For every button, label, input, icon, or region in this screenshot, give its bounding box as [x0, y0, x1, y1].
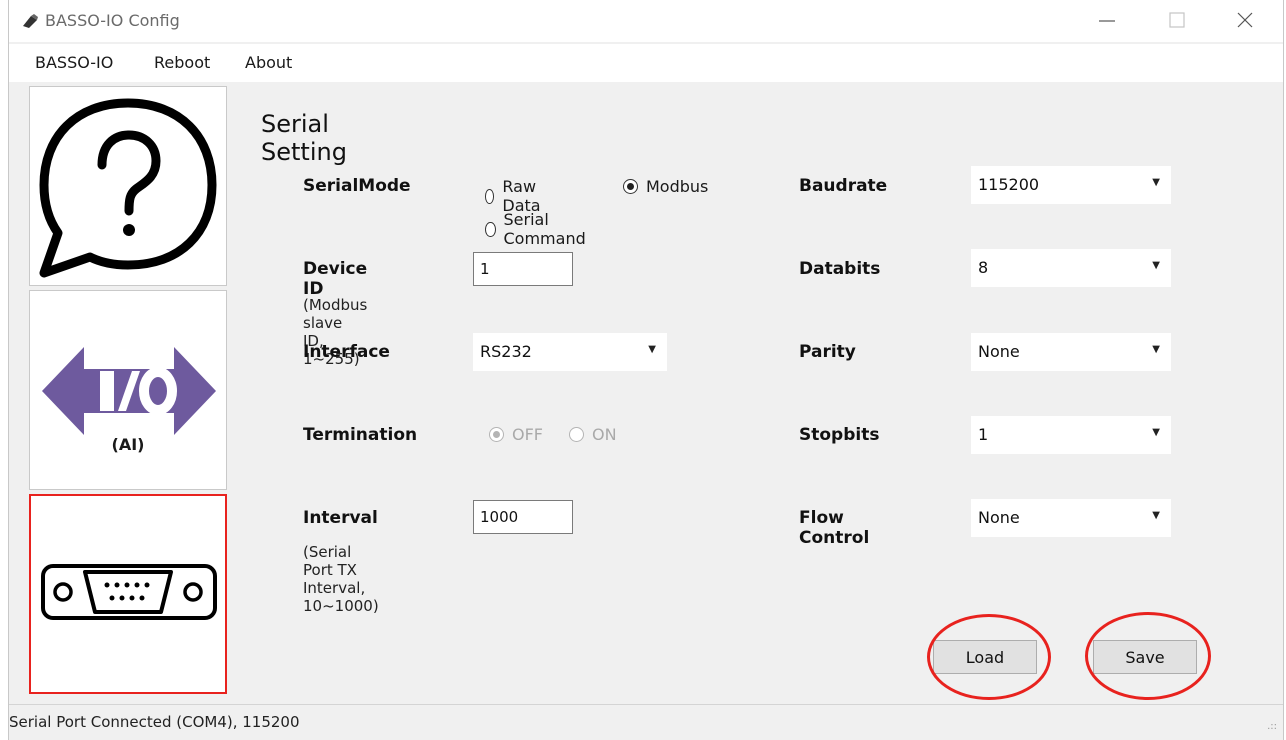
interval-input[interactable]: [473, 500, 573, 534]
databits-value: 8: [978, 258, 989, 277]
help-speech-bubble-icon: [39, 98, 217, 278]
menu-reboot[interactable]: Reboot: [154, 53, 210, 72]
stopbits-value: 1: [978, 425, 989, 444]
help-button[interactable]: [29, 86, 227, 286]
serialmode-label: SerialMode: [303, 176, 411, 196]
device-id-input[interactable]: [473, 252, 573, 286]
radio-serial-command[interactable]: Serial Command: [485, 210, 590, 248]
interface-select[interactable]: RS232 ▼: [473, 333, 667, 371]
baudrate-select[interactable]: 115200 ▼: [971, 166, 1171, 204]
termination-label: Termination: [303, 425, 418, 445]
status-bar: Serial Port Connected (COM4), 115200 .::: [9, 704, 1283, 740]
parity-label: Parity: [799, 342, 856, 362]
baudrate-label: Baudrate: [799, 176, 888, 196]
stopbits-select[interactable]: 1 ▼: [971, 416, 1171, 454]
chevron-down-icon: ▼: [1152, 260, 1160, 271]
interval-label: Interval: [303, 508, 378, 528]
chevron-down-icon: ▼: [1152, 427, 1160, 438]
flow-control-value: None: [978, 508, 1020, 527]
load-highlight-ring: [927, 614, 1051, 700]
radio-circle: [485, 221, 496, 237]
window-title: BASSO-IO Config: [45, 11, 180, 30]
title-bar: BASSO-IO Config: [9, 0, 1283, 42]
interval-hint: (Serial Port TX Interval, 10~1000): [303, 543, 379, 615]
close-icon[interactable]: [1233, 8, 1257, 32]
radio-circle: [485, 188, 495, 204]
maximize-icon[interactable]: [1165, 8, 1189, 32]
save-highlight-ring: [1085, 612, 1211, 700]
parity-value: None: [978, 342, 1020, 361]
app-icon: [23, 14, 38, 28]
side-panel: (AI): [29, 86, 229, 694]
parity-select[interactable]: None ▼: [971, 333, 1171, 371]
radio-termination-off-label: OFF: [512, 425, 543, 444]
serial-button[interactable]: [29, 494, 227, 694]
radio-circle-selected: [623, 179, 638, 194]
chevron-down-icon: ▼: [1152, 510, 1160, 521]
databits-select[interactable]: 8 ▼: [971, 249, 1171, 287]
radio-modbus-label: Modbus: [646, 177, 709, 196]
flow-control-label: Flow Control: [799, 508, 870, 548]
radio-termination-off[interactable]: OFF: [489, 425, 543, 444]
menu-about[interactable]: About: [245, 53, 292, 72]
app-window: BASSO-IO Config BASSO-IO Reboot About (A…: [8, 0, 1284, 740]
io-mode-label: (AI): [111, 435, 145, 454]
serial-port-connector-icon: [41, 564, 217, 620]
device-id-label: Device ID: [303, 259, 368, 299]
menu-basso-io[interactable]: BASSO-IO: [35, 53, 113, 72]
chevron-down-icon: ▼: [1152, 344, 1160, 355]
chevron-down-icon: ▼: [1152, 177, 1160, 188]
stopbits-label: Stopbits: [799, 425, 880, 445]
page-title: Serial Setting: [261, 110, 347, 166]
databits-label: Databits: [799, 259, 881, 279]
baudrate-value: 115200: [978, 175, 1040, 194]
chevron-down-icon: ▼: [648, 344, 656, 355]
io-arrows-icon: [42, 347, 216, 435]
radio-termination-on-label: ON: [592, 425, 617, 444]
radio-circle: [569, 427, 584, 442]
radio-termination-on[interactable]: ON: [569, 425, 617, 444]
flow-control-select[interactable]: None ▼: [971, 499, 1171, 537]
radio-circle-selected: [489, 427, 504, 442]
interface-label: Interface: [303, 342, 390, 362]
minimize-icon[interactable]: [1095, 8, 1119, 32]
resize-grip-icon[interactable]: .::: [1267, 721, 1277, 732]
radio-modbus[interactable]: Modbus: [623, 177, 708, 196]
io-button[interactable]: (AI): [29, 290, 227, 490]
interface-value: RS232: [480, 342, 532, 361]
menu-bar: BASSO-IO Reboot About: [9, 44, 1283, 82]
radio-serial-command-label: Serial Command: [503, 210, 586, 248]
status-text: Serial Port Connected (COM4), 115200: [9, 713, 300, 731]
